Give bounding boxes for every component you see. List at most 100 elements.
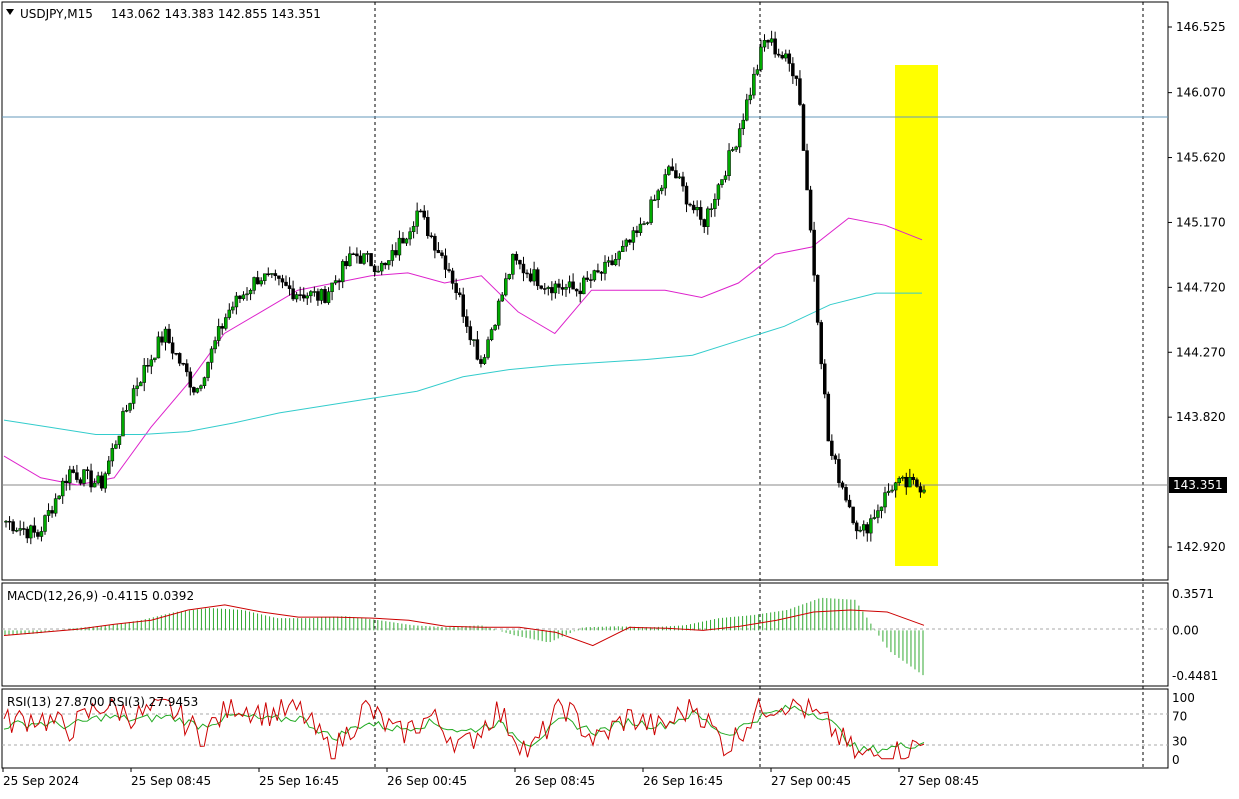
candle-body	[840, 482, 845, 488]
candle-body	[638, 223, 643, 233]
candle-body	[815, 274, 820, 323]
candle-body	[234, 295, 239, 308]
candle-body	[585, 277, 590, 280]
candle-body	[46, 510, 51, 516]
candle-body	[805, 150, 809, 191]
candle-body	[287, 285, 292, 289]
candle-body	[752, 73, 756, 96]
candle-body	[135, 385, 139, 389]
candle-body	[305, 295, 310, 299]
candle-body	[255, 277, 260, 285]
candle-body	[333, 280, 338, 284]
price-tick-label: 143.820	[1176, 410, 1226, 424]
candle-body	[4, 520, 8, 523]
candle-body	[337, 280, 341, 283]
candle-body	[741, 119, 745, 129]
candle-body	[571, 281, 575, 290]
rsi-tick-label: 70	[1172, 710, 1187, 724]
time-label: 27 Sep 00:45	[771, 774, 851, 788]
candle-body	[454, 283, 458, 294]
candle-body	[181, 363, 185, 365]
candle-body	[766, 40, 770, 43]
candle-body	[216, 326, 221, 341]
candle-body	[599, 271, 604, 274]
candle-body	[149, 359, 154, 367]
candle-body	[401, 237, 405, 244]
candle-body	[75, 472, 79, 480]
candle-body	[99, 475, 104, 489]
candle-body	[833, 455, 838, 460]
candle-body	[769, 38, 774, 43]
rsi-axis: 100 70 30 0	[1172, 691, 1195, 767]
time-label: 26 Sep 16:45	[643, 774, 723, 788]
candle-body	[808, 189, 813, 231]
candle-body	[748, 94, 753, 101]
candle-body	[550, 287, 554, 294]
time-label: 25 Sep 16:45	[259, 774, 339, 788]
candle-body	[893, 482, 898, 491]
candle-body	[351, 253, 356, 256]
candle-body	[496, 300, 501, 326]
candle-body	[745, 99, 749, 121]
candle-body	[107, 460, 111, 474]
candle-body	[124, 410, 129, 412]
candle-body	[652, 199, 657, 202]
candle-body	[674, 170, 678, 179]
candle-body	[617, 251, 621, 260]
candle-body	[238, 295, 242, 299]
candle-body	[780, 55, 784, 59]
candle-body	[734, 146, 738, 150]
candle-body	[720, 179, 724, 185]
macd-label: MACD(12,26,9) -0.4115 0.0392	[7, 589, 194, 603]
rsi-label: RSI(13) 27.8700 RSI(3) 27.9453	[7, 695, 198, 709]
candle-body	[762, 40, 767, 48]
symbol-label: USDJPY,M15	[20, 7, 93, 21]
candle-body	[131, 388, 136, 404]
candle-body	[326, 291, 331, 303]
candle-body	[262, 273, 267, 281]
candle-body	[355, 253, 359, 257]
candle-body	[344, 261, 349, 267]
candle-body	[443, 255, 448, 270]
candle-body	[826, 393, 831, 442]
candle-body	[489, 329, 494, 340]
candle-body	[557, 283, 561, 288]
candle-body	[631, 230, 636, 243]
candle-body	[706, 208, 710, 227]
candle-body	[915, 479, 919, 487]
candle-body	[394, 250, 398, 256]
candle-body	[96, 475, 100, 484]
candle-body	[32, 525, 37, 533]
candle-body	[635, 230, 639, 233]
candle-body	[43, 515, 47, 532]
candle-body	[904, 476, 909, 488]
macd-axis: 0.3571 0.00 -0.4481	[1172, 587, 1218, 683]
candle-body	[560, 287, 565, 290]
candle-body	[170, 342, 175, 354]
candle-body	[801, 104, 806, 151]
candle-body	[514, 253, 519, 261]
rsi-tick-label: 0	[1172, 753, 1180, 767]
candle-body	[493, 325, 497, 330]
candle-body	[773, 38, 777, 55]
candle-body	[376, 270, 380, 273]
macd-tick-label: 0.00	[1172, 623, 1199, 637]
candle-body	[581, 277, 586, 295]
candle-body	[7, 520, 12, 523]
candle-body	[472, 339, 476, 341]
candle-body	[698, 207, 703, 220]
candle-body	[411, 226, 416, 232]
candle-body	[798, 78, 802, 105]
candle-body	[542, 288, 547, 290]
candle-body	[656, 190, 660, 201]
candle-body	[642, 223, 646, 225]
candle-body	[202, 377, 207, 387]
candle-body	[812, 229, 816, 276]
candle-body	[823, 363, 827, 395]
candle-body	[589, 279, 593, 281]
candle-body	[784, 53, 788, 59]
macd-tick-label: 0.3571	[1172, 587, 1214, 601]
candle-body	[53, 498, 58, 514]
candle-body	[791, 63, 795, 77]
trading-chart[interactable]: USDJPY,M15 143.062 143.383 142.855 143.3…	[0, 0, 1239, 795]
